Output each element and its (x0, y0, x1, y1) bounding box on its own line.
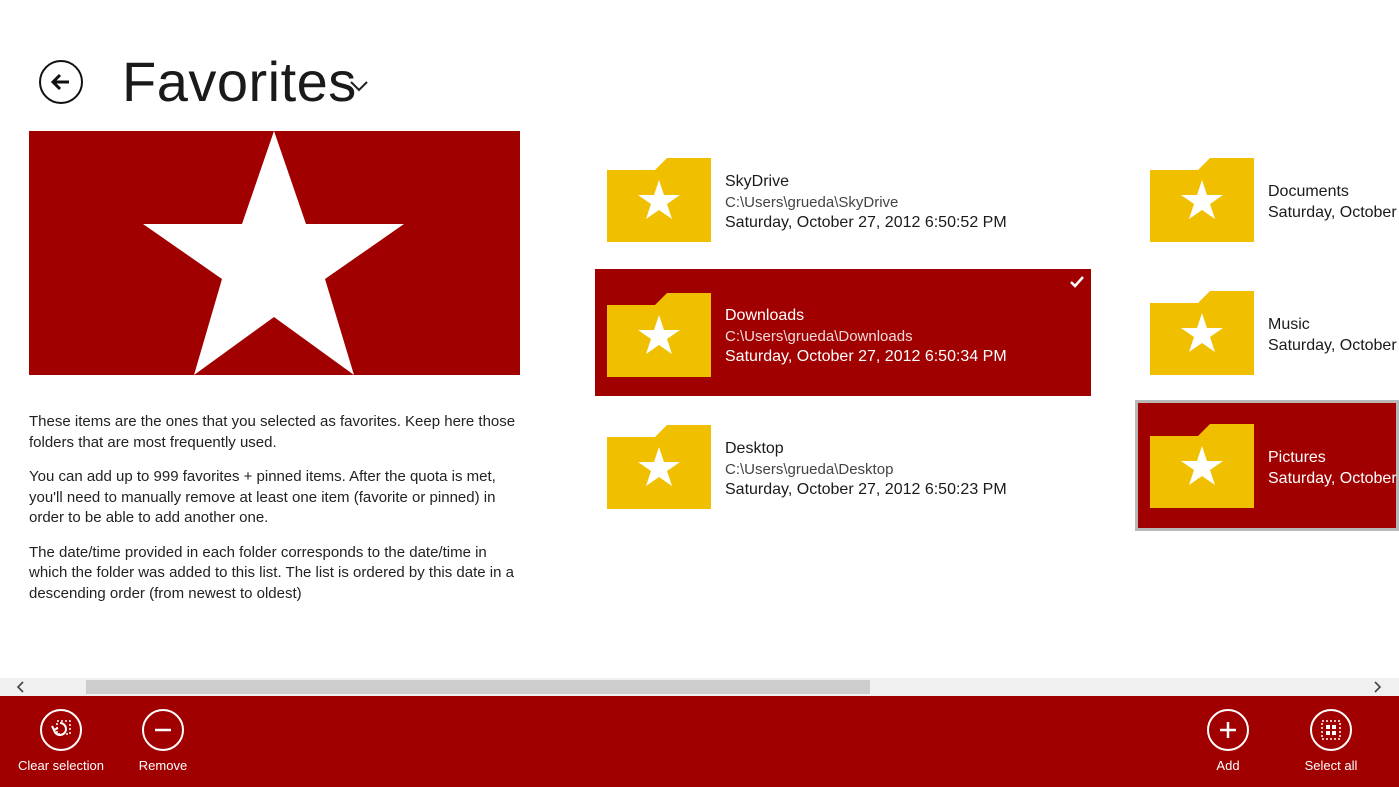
horizontal-scrollbar[interactable] (0, 678, 1399, 696)
description-paragraph: These items are the ones that you select… (29, 413, 516, 451)
minus-icon (155, 728, 171, 732)
folder-date: Saturday, October 2 (1268, 203, 1399, 221)
clear-selection-label: Clear selection (18, 758, 104, 773)
remove-label: Remove (138, 758, 188, 773)
page-title: Favorites (122, 50, 357, 113)
folder-name: Desktop (725, 440, 784, 457)
scroll-left-button[interactable] (12, 678, 30, 696)
select-all-label: Select all (1304, 758, 1358, 773)
scroll-right-button[interactable] (1368, 678, 1386, 696)
folder-star-icon (1150, 291, 1254, 375)
select-all-icon (1321, 720, 1341, 740)
description: These items are the ones that you select… (29, 412, 529, 618)
clear-selection-icon (51, 720, 71, 736)
folder-tile-downloads[interactable]: Downloads C:\Users\grueda\Downloads Satu… (595, 269, 1091, 396)
folder-date: Saturday, October 27, 2012 6:50:52 PM (725, 214, 1007, 231)
folder-name: Music (1268, 316, 1310, 333)
chevron-left-icon (16, 681, 24, 693)
folder-star-icon (1150, 424, 1254, 508)
description-paragraph: The date/time provided in each folder co… (29, 543, 514, 602)
folder-name: Documents (1268, 183, 1349, 200)
folder-star-icon (1150, 158, 1254, 242)
select-all-button[interactable]: Select all (1276, 709, 1386, 773)
folder-date: Saturday, October 2 (1268, 336, 1399, 354)
chevron-right-icon (1374, 681, 1382, 693)
folder-date: Saturday, October 2 (1268, 469, 1399, 487)
folder-star-icon (607, 158, 711, 242)
chevron-down-icon[interactable] (347, 78, 371, 94)
folder-path: C:\Users\grueda\SkyDrive (725, 193, 899, 211)
folder-name: Downloads (725, 307, 805, 324)
folder-tile-documents[interactable]: Documents Saturday, October 2 (1138, 134, 1399, 261)
folder-path: C:\Users\grueda\Downloads (725, 327, 913, 345)
description-paragraph: You can add up to 999 favorites + pinned… (29, 468, 496, 526)
checkmark-icon (1070, 276, 1084, 288)
add-label: Add (1216, 758, 1240, 773)
remove-button[interactable]: Remove (108, 709, 218, 773)
folder-name: Pictures (1268, 449, 1326, 466)
folder-tile-pictures[interactable]: Pictures Saturday, October 2 (1135, 400, 1399, 531)
folder-tile-desktop[interactable]: Desktop C:\Users\grueda\Desktop Saturday… (595, 401, 1091, 528)
scroll-thumb[interactable] (86, 680, 870, 694)
clear-selection-button[interactable]: Clear selection (6, 709, 116, 773)
plus-icon (1220, 722, 1236, 738)
folder-name: SkyDrive (725, 173, 790, 190)
back-button[interactable] (39, 60, 83, 104)
folder-tile-skydrive[interactable]: SkyDrive C:\Users\grueda\SkyDrive Saturd… (595, 134, 1091, 261)
star-icon (143, 131, 404, 375)
folder-path: C:\Users\grueda\Desktop (725, 460, 894, 478)
folder-date: Saturday, October 27, 2012 6:50:34 PM (725, 348, 1007, 365)
folder-star-icon (607, 425, 711, 509)
hero-image (29, 131, 520, 375)
folder-tile-music[interactable]: Music Saturday, October 2 (1138, 267, 1399, 394)
app-bar: Clear selection Remove Add Select all (0, 696, 1399, 787)
folder-date: Saturday, October 27, 2012 6:50:23 PM (725, 481, 1007, 498)
add-button[interactable]: Add (1173, 709, 1283, 773)
folder-star-icon (607, 293, 711, 377)
back-arrow-icon (50, 73, 69, 91)
